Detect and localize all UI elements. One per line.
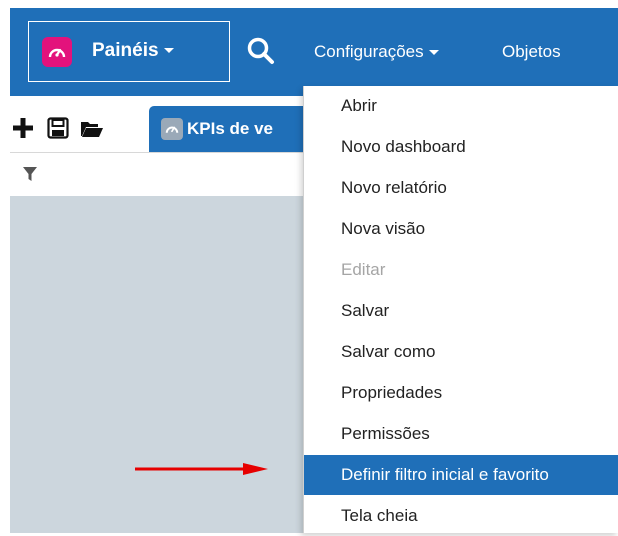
menu-item-editar: Editar (341, 260, 386, 279)
paineis-menu-button[interactable]: Painéis (28, 21, 230, 82)
tab-label: KPIs de ve (187, 119, 273, 138)
dashboard-canvas (10, 196, 305, 533)
search-button[interactable] (246, 36, 276, 66)
configuracoes-dropdown-menu: Abrir Novo dashboard Novo relatório Nova… (303, 86, 618, 533)
gauge-icon (161, 118, 183, 140)
toolbar-divider (10, 152, 310, 153)
filter-icon[interactable] (22, 166, 38, 182)
configuracoes-label: Configurações (314, 42, 424, 61)
red-arrow-icon (135, 463, 268, 475)
configuracoes-menu[interactable]: Configurações (314, 42, 439, 62)
chevron-down-icon (428, 50, 439, 56)
chevron-down-icon (163, 48, 174, 54)
menu-item-definir-filtro[interactable]: Definir filtro inicial e favorito (304, 455, 618, 495)
save-icon[interactable] (47, 117, 69, 139)
menu-item-nova-visao[interactable]: Nova visão (304, 209, 618, 249)
plus-icon[interactable] (12, 117, 34, 139)
menu-item-tela-cheia[interactable]: Tela cheia (304, 496, 618, 536)
menu-item-permissoes[interactable]: Permissões (304, 414, 618, 454)
paineis-label: Painéis (92, 40, 174, 62)
tab-kpis[interactable]: KPIs de ve (149, 106, 309, 152)
top-navbar: Painéis Configurações Objetos (10, 8, 618, 96)
folder-open-icon[interactable] (80, 120, 104, 138)
menu-item-propriedades[interactable]: Propriedades (304, 373, 618, 413)
menu-item-abrir[interactable]: Abrir (304, 86, 618, 126)
objetos-link[interactable]: Objetos (502, 42, 561, 62)
menu-item-salvar[interactable]: Salvar (304, 291, 618, 331)
menu-item-novo-dashboard[interactable]: Novo dashboard (304, 127, 618, 167)
menu-item-novo-relatorio[interactable]: Novo relatório (304, 168, 618, 208)
menu-item-salvar-como[interactable]: Salvar como (304, 332, 618, 372)
gauge-icon (42, 37, 72, 67)
search-icon (247, 37, 274, 64)
